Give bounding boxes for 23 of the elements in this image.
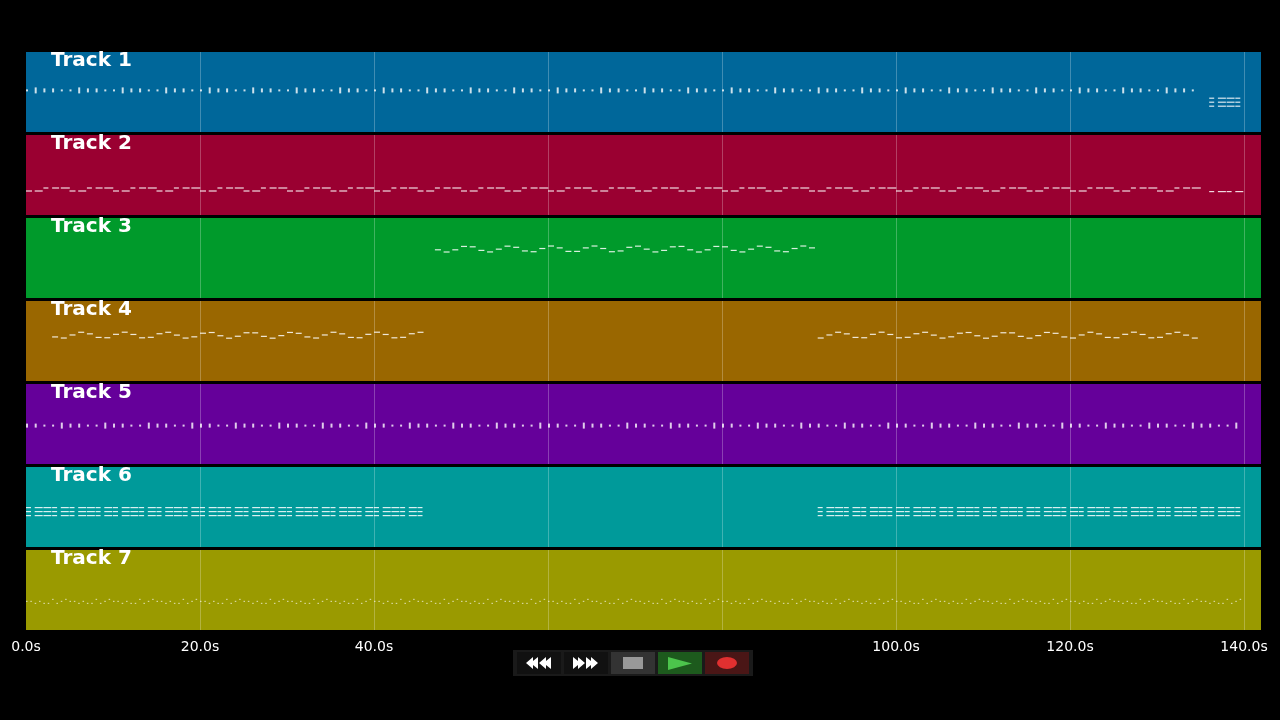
rewind-button[interactable] (517, 652, 561, 674)
play-icon (668, 656, 692, 670)
time-tick-label: 20.0s (180, 639, 220, 653)
track-name: Track 2 (51, 132, 132, 152)
fast-forward-button[interactable] (564, 652, 608, 674)
time-tick-label: 40.0s (354, 639, 394, 653)
time-tick-label: 0.0s (11, 639, 41, 653)
rewind-icon (526, 657, 552, 669)
track-name: Track 4 (51, 298, 132, 318)
track-name: Track 3 (51, 215, 132, 235)
track-name: Track 5 (51, 381, 132, 401)
time-tick-label: 140.0s (1220, 639, 1268, 653)
track-name: Track 6 (51, 464, 132, 484)
record-icon (717, 657, 737, 669)
time-tick-label: 120.0s (1046, 639, 1094, 653)
track-name: Track 1 (51, 49, 132, 69)
stop-icon (623, 657, 643, 669)
track-name: Track 7 (51, 547, 132, 567)
play-button[interactable] (658, 652, 702, 674)
record-button[interactable] (705, 652, 749, 674)
time-tick-label: 100.0s (872, 639, 920, 653)
fast-forward-icon (573, 657, 599, 669)
stop-button[interactable] (611, 652, 655, 674)
